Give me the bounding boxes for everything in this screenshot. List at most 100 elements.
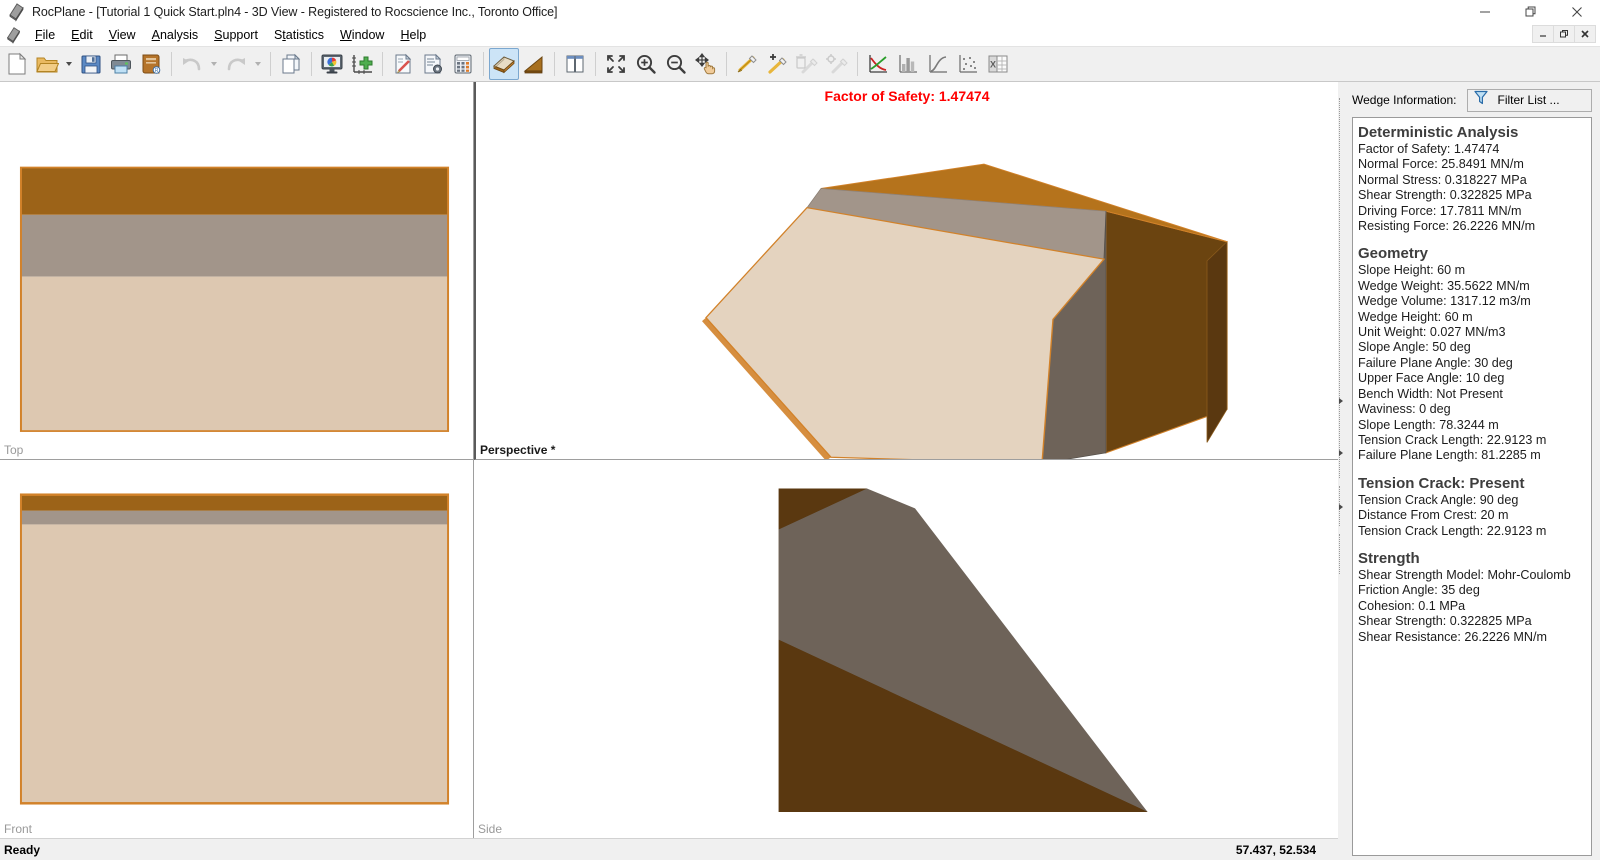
menu-statistics[interactable]: Statistics [266,26,332,44]
info-row: Bench Width: Not Present [1358,387,1586,402]
mdi-minimize-button[interactable] [1532,25,1554,43]
histogram-plot-button[interactable] [893,48,923,80]
minimize-button[interactable] [1462,0,1508,24]
app-wedge-icon [6,1,28,23]
report-button[interactable]: R [136,48,166,80]
info-row: Cohesion: 0.1 MPa [1358,599,1586,614]
open-file-dropdown[interactable] [62,48,76,80]
info-row: Unit Weight: 0.027 MN/m3 [1358,325,1586,340]
toolbar-separator [595,52,596,76]
splitter-arrow-mid-icon[interactable] [1339,450,1343,456]
top-view-canvas [0,82,473,459]
wedge-information-panel[interactable]: Deterministic Analysis Factor of Safety:… [1352,117,1592,856]
save-button[interactable] [76,48,106,80]
undo-button[interactable] [177,48,207,80]
status-bar: Ready 57.437, 52.534 [0,838,1338,860]
toolbar-separator [554,52,555,76]
add-bolt-button[interactable] [732,48,762,80]
chevron-down-icon [255,62,261,66]
menu-file[interactable]: File [27,26,63,44]
menu-window[interactable]: Window [332,26,392,44]
menu-analysis-label: A [152,28,160,42]
info-row: Waviness: 0 deg [1358,402,1586,417]
undo-dropdown[interactable] [207,48,221,80]
mdi-restore-button[interactable] [1553,25,1575,43]
close-button[interactable] [1554,0,1600,24]
toolbar-separator [171,52,172,76]
bolt-properties-button[interactable] [822,48,852,80]
info-row: Wedge Weight: 35.5622 MN/m [1358,279,1586,294]
zoom-in-button[interactable] [631,48,661,80]
menu-file-rest: ile [43,28,56,42]
tile-views-button[interactable] [560,48,590,80]
menu-edit[interactable]: Edit [63,26,101,44]
zoom-out-button[interactable] [661,48,691,80]
info-row: Factor of Safety: 1.47474 [1358,142,1586,157]
print-button[interactable] [106,48,136,80]
filter-list-button[interactable]: Filter List ... [1467,89,1592,112]
info-row: Wedge Height: 60 m [1358,310,1586,325]
info-row: Normal Force: 25.8491 MN/m [1358,157,1586,172]
display-options-button[interactable] [317,48,347,80]
pan-button[interactable] [691,48,721,80]
chevron-down-icon [211,62,217,66]
section-heading-tension-crack: Tension Crack: Present [1358,474,1586,493]
mdi-close-button[interactable] [1574,25,1596,43]
menu-help[interactable]: Help [392,26,434,44]
menu-support[interactable]: Support [206,26,266,44]
factor-of-safety-overlay: Factor of Safety: 1.47474 [476,88,1338,104]
delete-bolt-button[interactable] [792,48,822,80]
add-stage-button[interactable] [347,48,377,80]
section-heading-strength: Strength [1358,549,1586,568]
copy-button[interactable] [276,48,306,80]
menu-analysis[interactable]: Analysis [144,26,207,44]
filter-list-label: Filter List ... [1498,93,1560,107]
info-row: Shear Strength: 0.322825 MPa [1358,188,1586,203]
splitter-arrow-upper-icon[interactable] [1339,398,1343,404]
maximize-restore-button[interactable] [1508,0,1554,24]
new-file-button[interactable] [2,48,32,80]
mdi-window-controls [1533,25,1596,43]
splitter-arrow-lower-icon[interactable] [1339,504,1343,510]
menu-file-label: F [35,28,43,42]
main-body: Top Factor of Safety: 1.47474 [0,82,1600,860]
redo-dropdown[interactable] [251,48,265,80]
svg-text:X: X [990,60,996,70]
perspective-view-pane[interactable]: Factor of Safety: 1.47474 [474,82,1338,460]
export-excel-button[interactable]: X [983,48,1013,80]
toolbar-separator [483,52,484,76]
splitter-grip-upper [1339,98,1343,478]
top-view-pane[interactable]: Top [0,82,474,460]
mdi-client-area: Top Factor of Safety: 1.47474 [0,82,1338,860]
menu-bar: File Edit View Analysis Support Statisti… [0,24,1600,46]
info-row: Slope Length: 78.3244 m [1358,418,1586,433]
side-view-pane[interactable]: Side [474,460,1338,838]
calculator-button[interactable] [448,48,478,80]
section-heading-geometry: Geometry [1358,244,1586,263]
scatter-plot-button[interactable] [953,48,983,80]
cumulative-plot-button[interactable] [923,48,953,80]
info-row: Slope Height: 60 m [1358,263,1586,278]
add-bolt-plus-button[interactable] [762,48,792,80]
redo-button[interactable] [221,48,251,80]
zoom-all-button[interactable] [601,48,631,80]
sidebar-splitter[interactable] [1338,82,1344,860]
rocplane-window: RocPlane - [Tutorial 1 Quick Start.pln4 … [0,0,1600,860]
menu-view-label: V [109,28,117,42]
section-spacer [1358,539,1586,547]
info-row: Friction Angle: 35 deg [1358,583,1586,598]
front-view-canvas [0,460,473,838]
two-d-view-button[interactable] [519,48,549,80]
title-bar: RocPlane - [Tutorial 1 Quick Start.pln4 … [0,0,1600,24]
wedge-information-label: Wedge Information: [1352,93,1457,107]
menu-view[interactable]: View [101,26,144,44]
status-message: Ready [0,843,40,857]
front-view-pane[interactable]: Front [0,460,474,838]
input-data-button[interactable] [388,48,418,80]
open-file-button[interactable] [32,48,62,80]
sensitivity-plot-button[interactable] [863,48,893,80]
three-d-view-button[interactable] [489,48,519,80]
info-row: Upper Face Angle: 10 deg [1358,371,1586,386]
info-row: Driving Force: 17.7811 MN/m [1358,204,1586,219]
project-settings-button[interactable] [418,48,448,80]
